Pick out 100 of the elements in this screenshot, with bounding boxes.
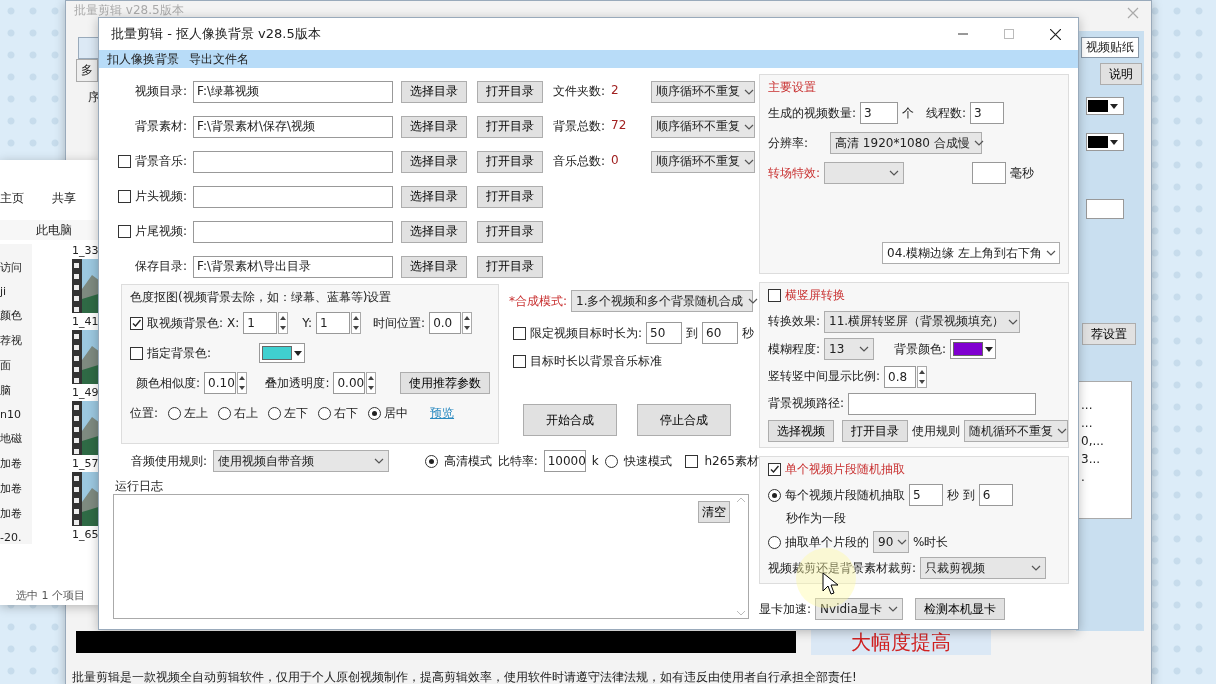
stop-button[interactable]: 停止合成 [637, 404, 731, 436]
spin-field[interactable]: 0.10 [204, 372, 237, 394]
dropdown[interactable]: 顺序循环不重复 [651, 80, 755, 103]
color-picker[interactable] [950, 339, 997, 360]
checkbox[interactable] [117, 225, 131, 238]
dropdown[interactable]: 顺序循环不重复 [651, 115, 755, 138]
spin-field[interactable]: 1 [243, 312, 278, 334]
detect-gpu-button[interactable]: 检测本机显卡 [915, 598, 1006, 620]
spin-field[interactable]: 0.8 [884, 365, 917, 388]
input-field[interactable]: F:\背景素材\导出目录 [193, 255, 393, 278]
input-field[interactable]: 3 [860, 102, 899, 124]
list-item[interactable]: ... [1081, 416, 1131, 430]
dropdown[interactable]: 高清 1920*1080 合成慢 [830, 132, 983, 154]
choose-folder-button[interactable]: 选择目录 [401, 80, 467, 103]
open-folder-button[interactable]: 打开目录 [842, 420, 908, 443]
ribbon-tab[interactable]: 共享 [52, 190, 76, 212]
list-item[interactable]: ... [1081, 398, 1131, 412]
nav-item[interactable]: 颜色 [0, 308, 32, 323]
tab[interactable]: 多 [76, 59, 98, 82]
input-field[interactable]: 60 [702, 322, 739, 344]
spinner-arrows-icon[interactable] [366, 372, 377, 394]
radio-button[interactable] [768, 488, 781, 502]
radio-button[interactable] [268, 406, 282, 420]
open-folder-button[interactable]: 打开目录 [477, 185, 543, 208]
choose-folder-button[interactable]: 选择目录 [401, 150, 467, 173]
color-picker[interactable] [1086, 133, 1124, 151]
input-field[interactable] [193, 150, 393, 173]
input-field[interactable] [972, 162, 1007, 184]
spin-field[interactable]: 0.0 [429, 312, 462, 334]
menu-item[interactable]: 导出文件名 [189, 50, 249, 68]
menu-item[interactable]: 扣人像换背景 [107, 50, 179, 68]
help-button[interactable]: 说明 [1100, 63, 1142, 85]
checkbox[interactable] [513, 326, 526, 340]
nav-item[interactable]: 加卷 [0, 506, 32, 521]
nav-item[interactable]: 荐视 [0, 333, 32, 348]
checkbox[interactable] [130, 346, 143, 360]
nav-item[interactable]: 加卷 [0, 481, 32, 496]
radio-button[interactable] [368, 406, 382, 420]
input-field[interactable]: 6 [978, 484, 1013, 506]
input-field[interactable] [1086, 199, 1124, 219]
list-item[interactable]: 0,... [1081, 434, 1131, 448]
checkbox[interactable] [130, 316, 143, 330]
dropdown[interactable]: 顺序循环不重复 [651, 150, 755, 173]
ribbon-tab[interactable]: 主页 [0, 190, 24, 212]
input-field[interactable]: F:\绿幕视频 [193, 80, 393, 103]
radio-button[interactable] [318, 406, 332, 420]
recommend-button[interactable]: 荐设置 [1082, 323, 1136, 345]
color-picker[interactable] [1086, 97, 1124, 115]
checkbox[interactable] [117, 190, 131, 203]
dropdown[interactable]: 90 [873, 531, 909, 553]
input-field[interactable] [193, 220, 393, 243]
recommend-button[interactable]: 使用推荐参数 [400, 372, 490, 394]
radio-button[interactable] [604, 454, 618, 468]
file-name[interactable]: 1_49 [72, 386, 100, 399]
nav-item[interactable]: n10 [0, 408, 32, 421]
open-folder-button[interactable]: 打开目录 [477, 220, 543, 243]
file-name[interactable]: 1_57 [72, 457, 100, 470]
checkbox[interactable] [768, 289, 781, 302]
dropdown[interactable]: Nvidia显卡 [815, 598, 904, 620]
checkbox[interactable] [768, 463, 781, 476]
input-field[interactable]: 5 [909, 484, 943, 506]
input-field[interactable]: 10000 [543, 450, 586, 472]
open-folder-button[interactable]: 打开目录 [477, 80, 543, 103]
nav-item[interactable]: 地磁 [0, 431, 32, 446]
choose-folder-button[interactable]: 选择目录 [401, 115, 467, 138]
nav-item[interactable]: -20. [0, 531, 32, 544]
spin-field[interactable]: 0.00 [333, 372, 366, 394]
spinner-arrows-icon[interactable] [237, 372, 248, 394]
dropdown[interactable]: 随机循环不重复 [964, 420, 1068, 443]
spinner-arrows-icon[interactable] [351, 312, 362, 334]
color-picker[interactable] [259, 343, 306, 363]
input-field[interactable] [193, 185, 393, 208]
radio-button[interactable] [168, 406, 182, 420]
dropdown[interactable]: 13 [824, 338, 875, 361]
input-field[interactable] [848, 392, 1037, 415]
dropdown[interactable]: 04.模糊边缘 左上角到右下角 [882, 242, 1060, 264]
start-button[interactable]: 开始合成 [523, 404, 617, 436]
radio-button[interactable] [218, 406, 232, 420]
input-field[interactable]: 50 [646, 322, 683, 344]
nav-item[interactable]: 脑 [0, 383, 32, 398]
choose-folder-button[interactable]: 选择目录 [401, 220, 467, 243]
dropdown[interactable]: 使用视频自带音频 [213, 450, 389, 472]
file-name[interactable]: 1_65 [72, 528, 100, 541]
log-area[interactable]: 清空 [113, 494, 749, 619]
dropdown[interactable]: 只裁剪视频 [920, 557, 1047, 579]
nav-item[interactable]: ji [0, 285, 32, 298]
radio-button[interactable] [768, 535, 781, 549]
spinner-arrows-icon[interactable] [917, 365, 928, 388]
open-folder-button[interactable]: 打开目录 [477, 150, 543, 173]
file-name[interactable]: 1_33 [72, 244, 100, 257]
radio-button[interactable] [424, 454, 438, 468]
nav-item[interactable]: 加卷 [0, 456, 32, 471]
input-field[interactable]: F:\背景素材\保存\视频 [193, 115, 393, 138]
preview-link[interactable]: 预览 [430, 404, 455, 422]
nav-item[interactable]: 访问 [0, 260, 32, 275]
list-item[interactable]: . [1081, 470, 1131, 484]
spinner-arrows-icon[interactable] [278, 312, 289, 334]
spin-field[interactable]: 1 [316, 312, 351, 334]
spinner-arrows-icon[interactable] [462, 312, 473, 334]
choose-video-button[interactable]: 选择视频 [768, 420, 834, 443]
